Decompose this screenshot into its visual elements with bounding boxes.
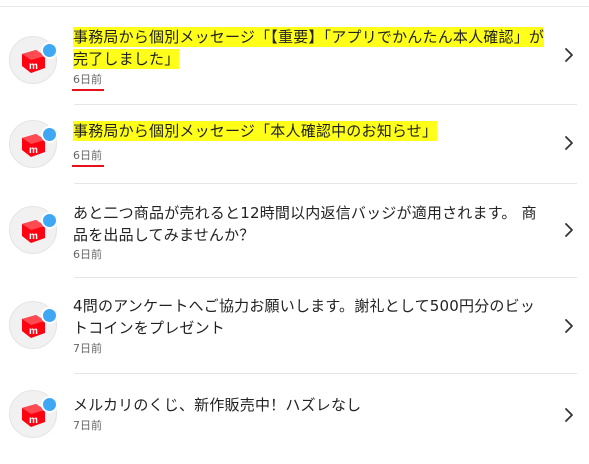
notification-message: 4問のアンケートへご協力お願いします。謝礼として500円分のビットコインをプレゼ… — [73, 297, 536, 337]
chevron-right-icon — [565, 136, 573, 150]
svg-text:m: m — [29, 61, 38, 72]
notification-time: 6日前 — [72, 149, 104, 167]
notification-item[interactable]: m メルカリのくじ、新作販売中！ハズレなし 7日前 — [0, 374, 589, 456]
chevron-right-icon — [565, 319, 573, 333]
message-highlight: 事務局から個別メッセージ「【重要】「アプリでかんたん本人確認」が完了しました」 — [73, 27, 545, 69]
notification-time: 6日前 — [73, 248, 102, 261]
svg-text:m: m — [29, 415, 38, 426]
message-highlight: 事務局から個別メッセージ「本人確認中のお知らせ」 — [73, 121, 438, 141]
notification-item[interactable]: m 事務局から個別メッセージ「本人確認中のお知らせ」 6日前 — [0, 105, 589, 184]
notification-message: 事務局から個別メッセージ「本人確認中のお知らせ」 — [73, 120, 545, 142]
mercari-logo-icon: m — [9, 206, 58, 254]
chevron-right-icon — [565, 223, 573, 237]
unread-dot-icon — [41, 42, 58, 59]
svg-text:m: m — [29, 145, 38, 156]
svg-text:m: m — [29, 326, 38, 337]
svg-text:m: m — [29, 231, 38, 242]
mercari-logo-icon: m — [9, 301, 58, 349]
notification-message: メルカリのくじ、新作販売中！ハズレなし — [73, 396, 362, 414]
notification-message: 事務局から個別メッセージ「【重要】「アプリでかんたん本人確認」が完了しました」 — [73, 26, 545, 70]
notification-list: m 事務局から個別メッセージ「【重要】「アプリでかんたん本人確認」が完了しました… — [0, 0, 589, 464]
mercari-logo-icon: m — [9, 120, 58, 168]
chevron-right-icon — [565, 48, 573, 62]
chevron-right-icon — [565, 408, 573, 422]
notification-item[interactable]: m 4問のアンケートへご協力お願いします。謝礼として500円分のビットコインをプ… — [0, 278, 589, 374]
notification-time: 6日前 — [72, 73, 104, 91]
notification-message: あと二つ商品が売れると12時間以内返信バッジが適用されます。 商品を出品してみま… — [73, 204, 537, 244]
notification-item[interactable]: m あと二つ商品が売れると12時間以内返信バッジが適用されます。 商品を出品して… — [0, 184, 589, 278]
notification-item[interactable]: m 事務局から個別メッセージ「【重要】「アプリでかんたん本人確認」が完了しました… — [0, 7, 589, 105]
notification-time: 7日前 — [73, 342, 102, 355]
unread-dot-icon — [41, 396, 58, 413]
unread-dot-icon — [41, 212, 58, 229]
notification-time: 7日前 — [73, 419, 102, 432]
unread-dot-icon — [41, 126, 58, 143]
mercari-logo-icon: m — [9, 36, 58, 84]
unread-dot-icon — [41, 307, 58, 324]
mercari-logo-icon: m — [9, 390, 58, 438]
